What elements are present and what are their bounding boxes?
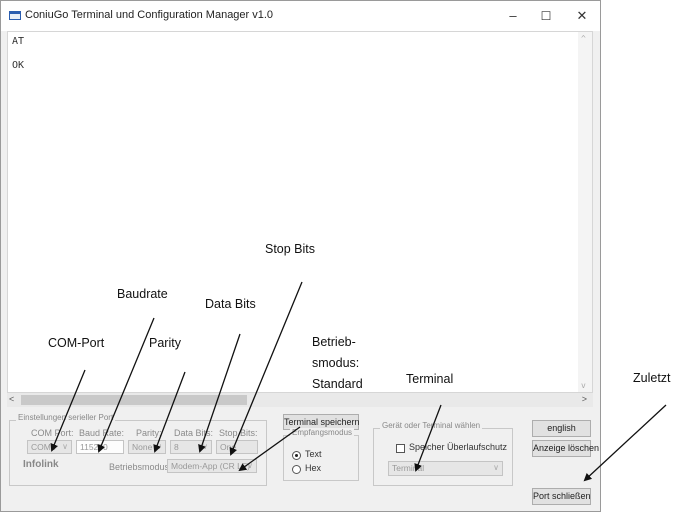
- annotation-stop-bits: Stop Bits: [265, 242, 316, 256]
- annotation-mode-1: Betrieb-: [312, 335, 356, 349]
- terminal-line: OK: [12, 60, 25, 71]
- com-port-label: COM Port:: [31, 428, 74, 438]
- mode-value: Modem-App: [171, 461, 218, 471]
- mode-select[interactable]: Modem-App (CR LF) ∨: [167, 459, 257, 473]
- annotation-terminal: Terminal: [406, 372, 454, 386]
- data-bits-select[interactable]: 8 ∨: [170, 440, 212, 454]
- parity-value: None: [132, 442, 153, 452]
- device-value: Terminal: [392, 463, 425, 473]
- device-group: Gerät oder Terminal wählen: [373, 421, 513, 486]
- stop-bits-select[interactable]: One: [216, 440, 258, 454]
- chevron-down-icon: ∨: [247, 461, 253, 470]
- parity-label: Parity:: [136, 428, 162, 438]
- app-window-icon: [9, 11, 21, 20]
- text-radio-label: Text: [305, 449, 322, 459]
- serial-settings-title: Einstellungen serieller Port: [16, 413, 116, 422]
- text-radio[interactable]: [292, 451, 301, 460]
- overflow-protect-checkbox[interactable]: [396, 444, 405, 453]
- scroll-up-icon[interactable]: ^: [581, 34, 586, 43]
- chevron-down-icon: ∨: [202, 442, 208, 451]
- scroll-down-icon[interactable]: v: [581, 381, 586, 390]
- horizontal-scrollbar[interactable]: < >: [7, 393, 593, 407]
- close-port-button[interactable]: Port schließen: [532, 488, 591, 505]
- terminal-line: AT: [12, 36, 25, 47]
- annotation-data-bits: Data Bits: [205, 297, 256, 311]
- minimize-button[interactable]: –: [498, 5, 528, 27]
- close-button[interactable]: ✕: [567, 5, 597, 27]
- chevron-down-icon: ∨: [156, 442, 162, 451]
- chevron-down-icon: ∨: [62, 442, 68, 451]
- vertical-scrollbar[interactable]: ^ v: [578, 32, 592, 392]
- scroll-right-icon[interactable]: >: [582, 394, 587, 404]
- maximize-button[interactable]: ☐: [531, 5, 561, 27]
- clear-display-button[interactable]: Anzeige löschen: [532, 440, 599, 457]
- com-port-select[interactable]: COM3 ∨: [27, 440, 72, 454]
- baud-rate-label: Baud Rate:: [79, 428, 125, 438]
- stop-bits-value: One: [220, 442, 237, 452]
- window-title: ConiuGo Terminal und Configuration Manag…: [25, 9, 274, 21]
- annotation-mode-3: Standard: [312, 377, 363, 391]
- annotation-baudrate: Baudrate: [117, 287, 168, 301]
- scrollbar-thumb[interactable]: [21, 395, 247, 405]
- stop-bits-label: Stop Bits:: [219, 428, 258, 438]
- receive-mode-title: Empfangsmodus: [290, 428, 355, 437]
- title-bar[interactable]: ConiuGo Terminal und Configuration Manag…: [1, 1, 600, 31]
- annotation-last: Zuletzt: [633, 371, 671, 385]
- overflow-protect-label: Speicher Überlaufschutz: [409, 442, 508, 452]
- parity-select[interactable]: None ∨: [128, 440, 166, 454]
- baud-rate-value: 115200: [80, 442, 108, 452]
- hex-radio-label: Hex: [305, 463, 322, 473]
- annotation-com-port: COM-Port: [48, 336, 105, 350]
- device-select[interactable]: Terminal ∨: [388, 461, 503, 476]
- hex-radio[interactable]: [292, 465, 301, 474]
- annotation-mode-2: smodus:: [312, 356, 360, 370]
- device-group-title: Gerät oder Terminal wählen: [380, 421, 483, 430]
- data-bits-value: 8: [174, 442, 179, 452]
- chevron-down-icon: ∨: [493, 463, 499, 472]
- mode-value-suffix: (CR LF): [219, 461, 250, 471]
- baud-rate-select[interactable]: 115200: [76, 440, 124, 454]
- annotation-parity: Parity: [149, 336, 181, 350]
- scroll-left-icon[interactable]: <: [9, 394, 14, 404]
- mode-label: Betriebsmodus:: [109, 462, 172, 472]
- infolink-link[interactable]: Infolink: [23, 459, 59, 470]
- data-bits-label: Data Bits:: [174, 428, 214, 438]
- com-port-value: COM3: [31, 442, 56, 452]
- english-button[interactable]: english: [532, 420, 591, 437]
